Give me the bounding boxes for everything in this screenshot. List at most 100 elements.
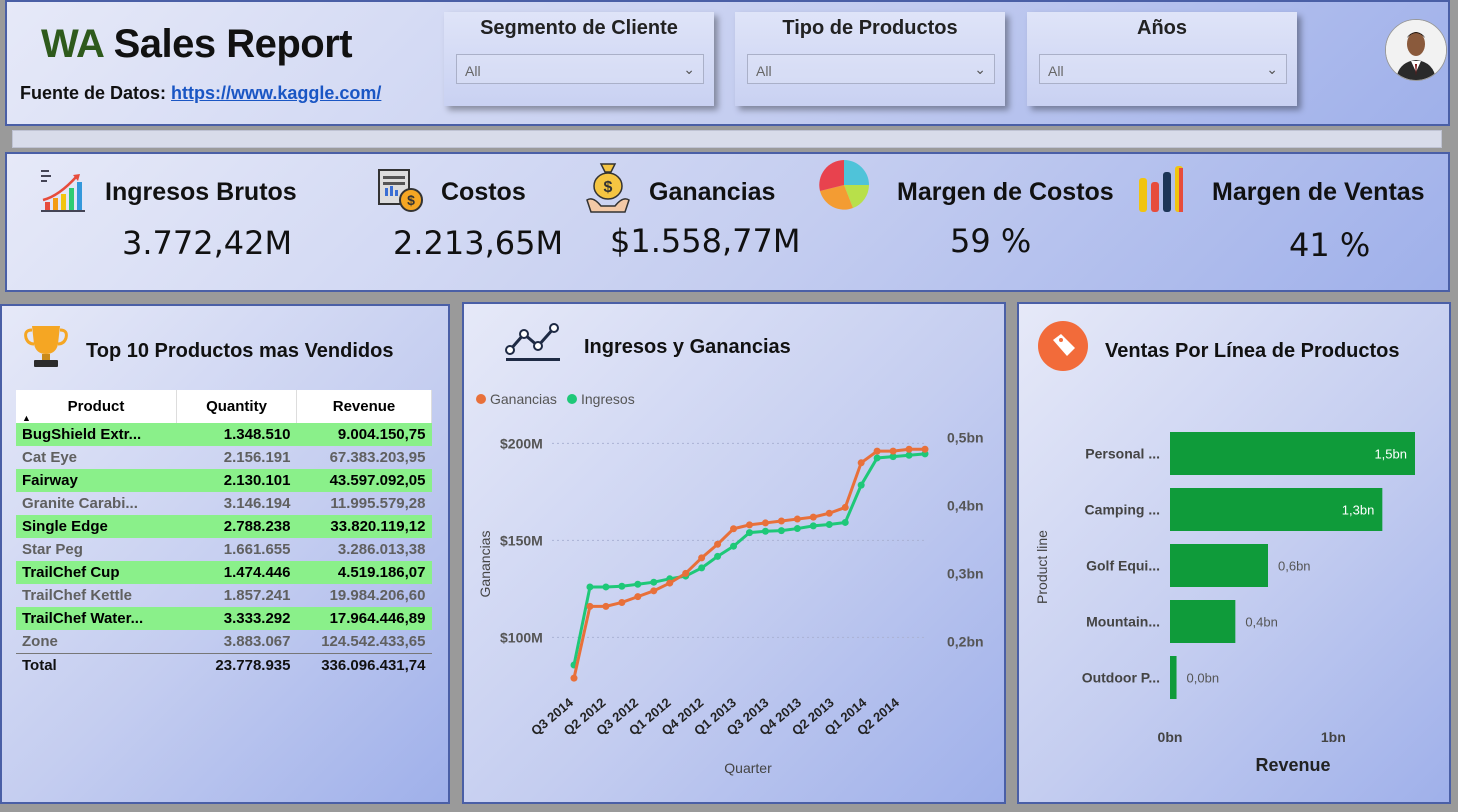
cell-revenue: 19.984.206,60	[329, 587, 426, 604]
x-axis-label: Quarter	[724, 760, 772, 776]
ganancias-point[interactable]	[634, 593, 642, 601]
table-row[interactable]: Fairway 2.130.101 43.597.092,05	[16, 469, 432, 492]
ganancias-point[interactable]	[857, 459, 865, 467]
table-row[interactable]: Single Edge 2.788.238 33.820.119,12	[16, 515, 432, 538]
ganancias-point[interactable]	[682, 569, 690, 577]
ingresos-point[interactable]	[602, 583, 610, 591]
table-row[interactable]: Cat Eye 2.156.191 67.383.203,95	[16, 446, 432, 469]
cell-product: Granite Carabi...	[22, 495, 138, 512]
ganancias-point[interactable]	[714, 540, 722, 548]
ganancias-point[interactable]	[825, 509, 833, 517]
bar-value-label: 0,4bn	[1245, 615, 1278, 630]
category-label: Mountain...	[1086, 614, 1160, 630]
bar-value-label: 1,3bn	[1342, 503, 1375, 518]
kpi-ingresos-label: Ingresos Brutos	[105, 178, 297, 206]
ganancias-point[interactable]	[873, 447, 881, 455]
table-total-row: Total 23.778.935 336.096.431,74	[16, 653, 432, 677]
table-row[interactable]: TrailChef Kettle 1.857.241 19.984.206,60	[16, 584, 432, 607]
table-row[interactable]: TrailChef Cup 1.474.446 4.519.186,07	[16, 561, 432, 584]
ingresos-point[interactable]	[634, 580, 642, 588]
table-row[interactable]: TrailChef Water... 3.333.292 17.964.446,89	[16, 607, 432, 630]
table-row[interactable]: BugShield Extr... 1.348.510 9.004.150,75	[16, 423, 432, 446]
cell-product: TrailChef Water...	[16, 607, 177, 630]
kpi-costos-value: 2.213,65M	[393, 224, 564, 262]
ingresos-point[interactable]	[650, 578, 658, 586]
ingresos-point[interactable]	[761, 527, 769, 535]
ganancias-point[interactable]	[889, 447, 897, 455]
cell-revenue: 4.519.186,07	[296, 561, 432, 584]
table-row[interactable]: Star Peg 1.661.655 3.286.013,38	[16, 538, 432, 561]
slicer-segmento-dropdown[interactable]: All ⌄	[456, 54, 704, 84]
column-header-quantity[interactable]: Quantity	[176, 390, 297, 423]
cell-quantity: 2.130.101	[176, 469, 297, 492]
separator-strip	[12, 130, 1442, 148]
ganancias-point[interactable]	[809, 513, 817, 521]
y-right-tick: 0,2bn	[947, 633, 984, 649]
ganancias-point[interactable]	[602, 602, 610, 610]
cell-product: TrailChef Kettle	[22, 587, 133, 604]
report-title-wa: WA	[41, 22, 103, 66]
cell-quantity: 1.857.241	[223, 587, 291, 604]
bar-value-label: 0,6bn	[1278, 559, 1311, 574]
table-row[interactable]: Zone 3.883.067 124.542.433,65	[16, 630, 432, 654]
ingresos-point[interactable]	[793, 525, 801, 533]
ingresos-point[interactable]	[841, 518, 849, 526]
slicer-tipo-dropdown[interactable]: All ⌄	[747, 54, 995, 84]
ingresos-point[interactable]	[746, 529, 753, 537]
ingresos-point[interactable]	[857, 481, 865, 489]
cell-revenue: 3.286.013,38	[337, 541, 426, 558]
cell-product: TrailChef Cup	[16, 561, 177, 584]
ganancias-point[interactable]	[793, 515, 801, 523]
line-chart: Ganancias Ingresos $200M $150M $100M 0,5bn 0,4…	[476, 391, 984, 776]
ingresos-point[interactable]	[698, 564, 706, 572]
column-header-product[interactable]: Product ▲	[16, 390, 177, 423]
cell-quantity: 1.474.446	[176, 561, 297, 584]
slicer-tipo-value: All	[756, 63, 772, 79]
cell-quantity: 1.348.510	[176, 423, 297, 446]
slicer-segmento-value: All	[465, 63, 481, 79]
ingresos-point[interactable]	[586, 583, 594, 591]
cell-quantity: 3.146.194	[223, 495, 291, 512]
bar[interactable]	[1170, 544, 1268, 587]
ganancias-point[interactable]	[586, 602, 594, 610]
ganancias-point[interactable]	[921, 445, 929, 453]
ganancias-point[interactable]	[761, 519, 769, 527]
report-title-rest: Sales Report	[102, 22, 353, 66]
ganancias-point[interactable]	[777, 517, 785, 525]
ganancias-point[interactable]	[698, 554, 706, 562]
ingresos-point[interactable]	[618, 582, 626, 590]
ganancias-point[interactable]	[746, 521, 753, 529]
avatar[interactable]	[1385, 19, 1447, 81]
bar[interactable]	[1170, 600, 1236, 643]
slicer-anos-dropdown[interactable]: All ⌄	[1039, 54, 1287, 84]
ingresos-point[interactable]	[777, 527, 785, 535]
ganancias-point[interactable]	[841, 503, 849, 511]
data-source-link[interactable]: https://www.kaggle.com/	[171, 83, 381, 103]
ingresos-point[interactable]	[873, 454, 881, 462]
ganancias-point[interactable]	[618, 598, 626, 606]
ganancias-point[interactable]	[650, 587, 658, 595]
ganancias-point[interactable]	[666, 579, 674, 587]
ingresos-point[interactable]	[905, 451, 913, 459]
ingresos-point[interactable]	[809, 522, 817, 530]
slicer-anos: Años All ⌄	[1027, 12, 1297, 106]
kpi-panel: Ingresos Brutos 3.772,42M $ Costos 2.213…	[5, 152, 1450, 292]
pie-chart-icon	[819, 160, 869, 210]
cell-revenue: 11.995.579,28	[330, 495, 426, 512]
column-header-revenue[interactable]: Revenue	[296, 390, 432, 423]
legend-ganancias-marker	[476, 394, 486, 404]
ingresos-point[interactable]	[825, 520, 833, 528]
ganancias-point[interactable]	[905, 445, 913, 453]
table-row[interactable]: Granite Carabi... 3.146.194 11.995.579,28	[16, 492, 432, 515]
header-panel: WA Sales Report Fuente de Datos: https:/…	[5, 0, 1450, 126]
ingresos-point[interactable]	[714, 552, 722, 560]
slicer-segmento-label: Segmento de Cliente	[480, 17, 678, 39]
ganancias-point[interactable]	[730, 525, 738, 533]
ingresos-point[interactable]	[730, 542, 738, 550]
x-axis-label: Revenue	[1255, 755, 1330, 775]
bar-value-label: 0,0bn	[1187, 671, 1220, 686]
ganancias-point[interactable]	[570, 674, 578, 682]
bar[interactable]	[1170, 656, 1177, 699]
legend-ganancias[interactable]: Ganancias	[490, 391, 557, 407]
legend-ingresos[interactable]: Ingresos	[581, 391, 635, 407]
